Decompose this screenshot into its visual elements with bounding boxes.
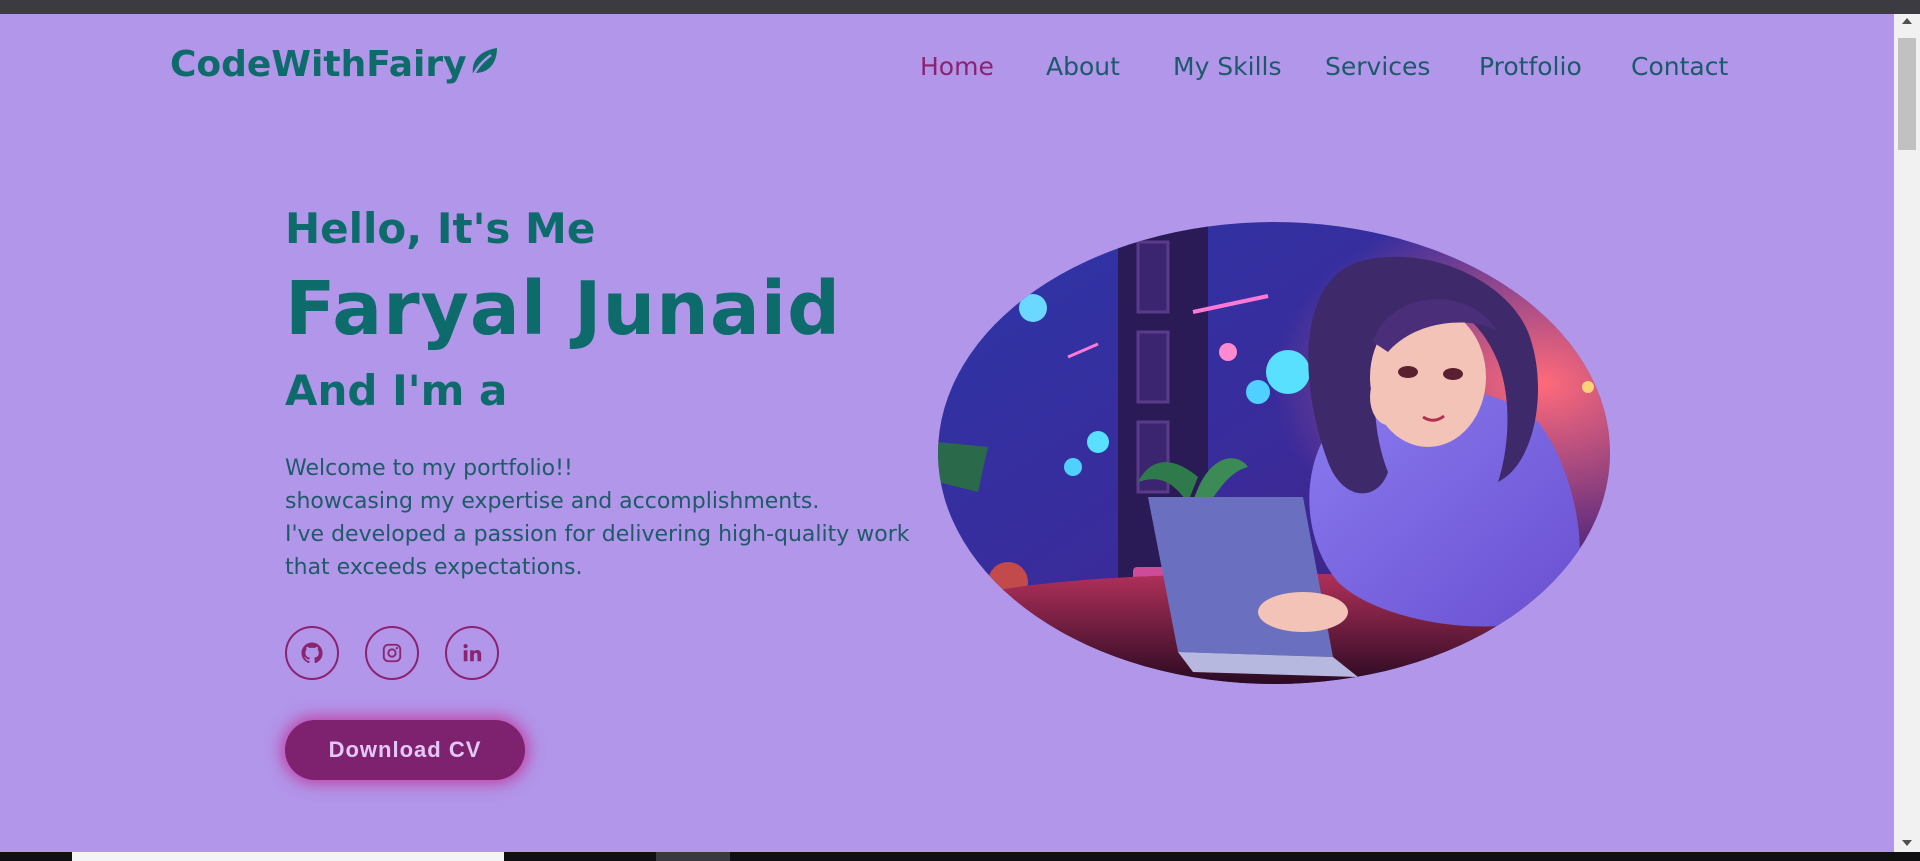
github-icon (301, 642, 323, 664)
linkedin-icon (463, 644, 482, 662)
hero-image (938, 222, 1610, 684)
instagram-link[interactable] (365, 626, 419, 680)
taskbar-app-tab[interactable] (656, 852, 730, 861)
site-logo[interactable]: CodeWithFairy (170, 44, 499, 85)
taskbar-window-tab[interactable] (72, 852, 504, 861)
leaf-icon (470, 47, 497, 79)
description-line: showcasing my expertise and accomplishme… (285, 489, 820, 514)
description-line: Welcome to my portfolio!! (285, 456, 573, 481)
hero-description: Welcome to my portfolio!! showcasing my … (285, 452, 925, 584)
browser-top-bar (0, 0, 1920, 14)
github-link[interactable] (285, 626, 339, 680)
nav-my-skills[interactable]: My Skills (1173, 52, 1282, 81)
nav-contact[interactable]: Contact (1631, 52, 1728, 81)
hero-greeting: Hello, It's Me (285, 204, 596, 253)
social-links (285, 626, 499, 680)
description-line: that exceeds expectations. (285, 555, 583, 580)
page: CodeWithFairy Home About My Skills Servi… (0, 14, 1894, 852)
girl-with-laptop-illustration (938, 222, 1610, 684)
download-cv-button[interactable]: Download CV (285, 720, 525, 780)
logo-text: CodeWithFairy (170, 44, 467, 85)
hero-name: Faryal Junaid (285, 266, 842, 352)
instagram-icon (382, 643, 402, 663)
scroll-up-arrow-icon[interactable] (1902, 18, 1912, 24)
nav-portfolio[interactable]: Protfolio (1479, 52, 1582, 81)
nav-services[interactable]: Services (1325, 52, 1430, 81)
scroll-thumb[interactable] (1898, 38, 1916, 150)
linkedin-link[interactable] (445, 626, 499, 680)
description-line: I've developed a passion for delivering … (285, 522, 910, 547)
nav-home[interactable]: Home (920, 52, 994, 81)
nav-about[interactable]: About (1046, 52, 1120, 81)
hero-role: And I'm a (285, 366, 508, 415)
vertical-scrollbar[interactable] (1894, 14, 1920, 852)
scroll-down-arrow-icon[interactable] (1902, 840, 1912, 846)
